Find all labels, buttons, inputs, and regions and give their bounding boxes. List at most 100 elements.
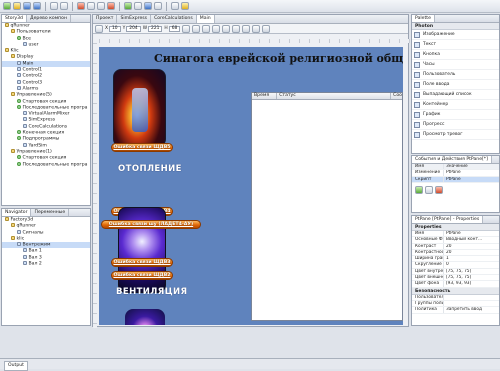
ungroup-icon[interactable]: [252, 24, 261, 33]
property-value[interactable]: Запретить ввод: [444, 307, 499, 312]
copy-icon[interactable]: [87, 2, 95, 10]
y-field[interactable]: 204: [126, 25, 141, 32]
property-value[interactable]: [444, 295, 499, 300]
new-icon[interactable]: [3, 2, 11, 10]
tab-story3d[interactable]: Story3d: [2, 15, 27, 22]
align-icon[interactable]: [95, 24, 103, 33]
y-label: Y: [122, 26, 126, 31]
error-button-1[interactable]: Ошибка связи ЩДВ5: [111, 143, 173, 152]
palette-item[interactable]: Прогресс: [412, 120, 499, 130]
paste-icon[interactable]: [97, 2, 105, 10]
widget-icon: [414, 111, 420, 118]
property-value[interactable]: [444, 301, 499, 306]
tab-main[interactable]: Main: [196, 15, 215, 23]
find-icon[interactable]: [171, 2, 179, 10]
snap-icon[interactable]: [192, 24, 201, 33]
h-field[interactable]: 68: [168, 25, 181, 32]
tree-item[interactable]: Вал 2: [2, 261, 90, 267]
w-field[interactable]: 221: [148, 25, 163, 32]
tab-corecalculations[interactable]: CoreCalculations: [151, 15, 197, 23]
col-message[interactable]: Соо: [391, 93, 402, 99]
tab-component-tree[interactable]: Дерево компон: [27, 15, 71, 22]
properties-group[interactable]: Properties: [412, 224, 499, 231]
delete-icon[interactable]: [107, 2, 115, 10]
stop-icon[interactable]: [154, 2, 162, 10]
palette-item[interactable]: Пользователь: [412, 70, 499, 80]
error-button-5[interactable]: Ошибка связи ЩДВ2: [111, 271, 173, 280]
debug-icon[interactable]: [134, 2, 142, 10]
palette-panel: Palette Photon Изображение Текст Кнопка Час…: [411, 14, 500, 154]
folder-icon: [11, 54, 15, 59]
palette-item[interactable]: Текст: [412, 40, 499, 50]
folder-icon: [5, 48, 9, 53]
property-value[interactable]: 20: [444, 250, 499, 255]
property-value[interactable]: [75, 75, 75]: [444, 269, 499, 274]
build-icon[interactable]: [144, 2, 152, 10]
node-icon: [17, 73, 21, 78]
bring-front-icon[interactable]: [222, 24, 231, 33]
edit-event-icon[interactable]: [425, 185, 433, 194]
property-value[interactable]: [93, 93, 93]: [444, 281, 499, 286]
col-status[interactable]: Статус: [277, 93, 392, 99]
add-event-icon[interactable]: [415, 185, 423, 194]
lock-icon[interactable]: [262, 24, 271, 33]
property-value[interactable]: Вводный конт...: [444, 237, 499, 242]
col-time[interactable]: Время: [252, 93, 278, 99]
node-icon: [23, 123, 27, 128]
settings-icon[interactable]: [181, 2, 189, 10]
run-icon[interactable]: [124, 2, 132, 10]
tree-item[interactable]: Последовательные програ: [2, 161, 90, 168]
grid-icon[interactable]: [182, 24, 191, 33]
send-back-icon[interactable]: [232, 24, 241, 33]
tree-item-label: Управление(5): [16, 92, 52, 98]
undo-icon[interactable]: [50, 2, 58, 10]
property-value[interactable]: PtPane: [444, 231, 499, 236]
palette-item[interactable]: График: [412, 110, 499, 120]
alarm-table[interactable]: Время Статус Соо: [251, 92, 403, 321]
tab-variables[interactable]: Переменные: [31, 209, 70, 216]
palette-item-label: Часы: [423, 62, 435, 67]
cut-icon[interactable]: [77, 2, 85, 10]
project-tabs: Story3d Дерево компон: [2, 15, 90, 23]
tree-item-label: Пользователи: [16, 29, 51, 35]
widget-icon: [414, 41, 420, 48]
save-all-icon[interactable]: [33, 2, 41, 10]
property-value[interactable]: 0: [444, 262, 499, 267]
group-icon[interactable]: [242, 24, 251, 33]
property-value[interactable]: 1: [444, 256, 499, 261]
palette-item[interactable]: Контейнер: [412, 100, 499, 110]
security-group[interactable]: Безопасность: [412, 287, 499, 295]
widget-icon: [414, 101, 420, 108]
open-icon[interactable]: [13, 2, 21, 10]
palette-item[interactable]: Выпадающий список: [412, 90, 499, 100]
tab-navigator[interactable]: Navigator: [2, 209, 32, 216]
widget-icon: [414, 71, 420, 78]
property-value[interactable]: 20: [444, 244, 499, 249]
zoom-in-icon[interactable]: [202, 24, 211, 33]
property-name: Пользователи: [412, 294, 444, 300]
palette-item[interactable]: Часы: [412, 60, 499, 70]
editor-area: Проект SimExpress CoreCalculations Main …: [92, 14, 410, 328]
redo-icon[interactable]: [60, 2, 68, 10]
palette-item[interactable]: Кнопка: [412, 50, 499, 60]
error-button-4[interactable]: Ошибка связи ЩДВ3: [111, 258, 173, 267]
palette-item[interactable]: Просмотр тревог: [412, 130, 499, 140]
design-canvas[interactable]: Синагога еврейской религиозной общи Ошиб…: [99, 47, 403, 325]
x-field[interactable]: 10: [109, 25, 121, 32]
output-tab[interactable]: Output: [4, 361, 28, 371]
property-value[interactable]: [75, 75, 75]: [444, 275, 499, 280]
event-name: Изменение: [412, 170, 444, 176]
zoom-out-icon[interactable]: [212, 24, 221, 33]
error-button-3[interactable]: Ошибка связи шу (ЛАДЕТ4-АУ): [101, 220, 201, 229]
tab-project[interactable]: Проект: [93, 15, 118, 23]
group-icon: [17, 136, 21, 141]
widget-icon: [414, 61, 420, 68]
palette-item[interactable]: Поле ввода: [412, 80, 499, 90]
palette-item[interactable]: Изображение: [412, 30, 499, 40]
tree-item-label: Control3: [22, 80, 43, 86]
property-row[interactable]: Политика Запретить ввод: [412, 307, 499, 314]
palette-group-photon[interactable]: Photon: [412, 23, 499, 30]
save-icon[interactable]: [23, 2, 31, 10]
remove-event-icon[interactable]: [435, 185, 443, 194]
tab-simexpress[interactable]: SimExpress: [117, 15, 152, 23]
